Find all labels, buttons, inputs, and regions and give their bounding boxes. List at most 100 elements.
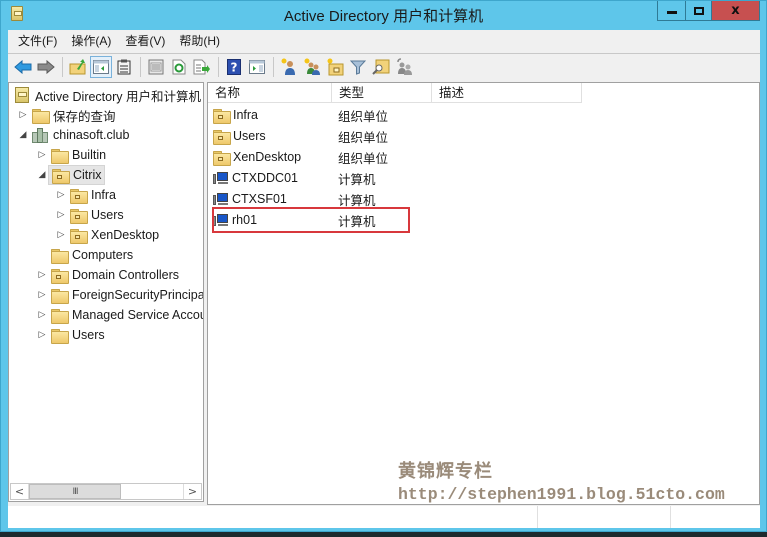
item-name: XenDesktop [233, 150, 302, 164]
new-user-button[interactable] [278, 56, 300, 78]
expand-icon[interactable]: ▷ [36, 270, 48, 280]
collapse-icon[interactable]: ◢ [36, 170, 48, 180]
toolbar-separator [218, 57, 219, 77]
status-cell [538, 506, 671, 528]
list-item[interactable]: CTXSF01 计算机 [208, 189, 432, 209]
expand-icon[interactable]: ▷ [55, 190, 67, 200]
tree-item-label: Managed Service Accounts [72, 308, 203, 322]
minimize-icon [666, 11, 677, 14]
expand-icon[interactable]: ▷ [36, 330, 48, 340]
forward-button[interactable] [35, 56, 57, 78]
close-button[interactable]: x [712, 1, 760, 21]
tree-item-xendesktop[interactable]: ▷ XenDesktop [55, 225, 159, 245]
tree-root[interactable]: Active Directory 用户和计算机 [13, 85, 201, 105]
add-to-group-button[interactable] [393, 56, 415, 78]
folder-icon [51, 248, 69, 264]
tree-item-infra[interactable]: ▷ Infra [55, 185, 116, 205]
item-type: 计算机 [338, 193, 376, 208]
details-list[interactable]: 名称 类型 描述 Infra 组织单位 Users 组织单位 XenDeskto… [207, 82, 760, 505]
status-bar [8, 506, 760, 528]
collapse-icon[interactable]: ◢ [17, 130, 29, 140]
menu-bar: 文件(F) 操作(A) 查看(V) 帮助(H) [8, 30, 760, 52]
tree-item-foreign-security-principals[interactable]: ▷ ForeignSecurityPrincipals [36, 285, 203, 305]
scrollbar-thumb[interactable]: III [29, 484, 121, 499]
expand-icon[interactable]: ▷ [36, 310, 48, 320]
show-action-pane-button[interactable] [246, 56, 268, 78]
title-bar[interactable]: Active Directory 用户和计算机 x [1, 1, 766, 29]
clipboard-button[interactable] [113, 56, 135, 78]
show-hide-console-tree-icon [93, 60, 109, 74]
status-cell [8, 506, 538, 528]
up-one-level-button[interactable] [67, 56, 89, 78]
list-item[interactable]: Infra 组织单位 [208, 105, 432, 125]
tree-item-saved-queries[interactable]: ▷ 保存的查询 [17, 105, 116, 125]
tree-item-label: Users [91, 208, 124, 222]
up-folder-icon [69, 59, 86, 75]
tree-item-users[interactable]: ▷ Users [36, 325, 105, 345]
expand-icon[interactable]: ▷ [55, 230, 67, 240]
item-name: CTXSF01 [232, 192, 287, 206]
chevron-left-icon: < [14, 485, 25, 498]
close-icon: x [731, 3, 740, 18]
list-item[interactable]: CTXDDC01 计算机 [208, 168, 432, 188]
tree-item-computers[interactable]: Computers [36, 245, 133, 265]
new-ou-button[interactable] [324, 56, 346, 78]
find-icon [372, 59, 390, 75]
item-name: rh01 [232, 213, 258, 227]
column-header-type[interactable]: 类型 [332, 83, 432, 103]
item-type: 组织单位 [338, 130, 389, 145]
tree-item-builtin[interactable]: ▷ Builtin [36, 145, 106, 165]
selected-node[interactable]: Citrix [48, 165, 106, 185]
toolbar-separator [273, 57, 274, 77]
tree-item-domain[interactable]: ◢ chinasoft.club [17, 125, 129, 145]
tree-item-managed-service-accounts[interactable]: ▷ Managed Service Accounts [36, 305, 203, 325]
show-action-pane-icon [249, 60, 265, 74]
list-item[interactable]: Users 组织单位 [208, 126, 432, 146]
tree-item-label: Domain Controllers [72, 268, 179, 282]
new-group-button[interactable] [301, 56, 323, 78]
item-name: CTXDDC01 [232, 171, 298, 185]
column-header-name[interactable]: 名称 [208, 83, 332, 103]
horizontal-scrollbar[interactable]: < III > [10, 483, 202, 500]
find-button[interactable] [370, 56, 392, 78]
console-tree[interactable]: Active Directory 用户和计算机 ▷ 保存的查询 ◢ chinas… [8, 82, 204, 502]
maximize-button[interactable] [686, 1, 712, 21]
taskbar-strip [0, 532, 767, 537]
chevron-right-icon: > [187, 485, 198, 498]
tree-item-label: Builtin [72, 148, 107, 162]
item-name: Infra [233, 108, 259, 122]
list-item[interactable]: XenDesktop 组织单位 [208, 147, 432, 167]
column-header-description[interactable]: 描述 [432, 83, 582, 103]
expand-icon[interactable]: ▷ [17, 110, 29, 120]
status-cell [671, 506, 760, 528]
item-type: 计算机 [338, 172, 376, 187]
scroll-left-button[interactable]: < [11, 484, 29, 499]
expand-icon[interactable]: ▷ [36, 150, 48, 160]
add-to-group-icon [397, 58, 412, 75]
properties-button[interactable] [145, 56, 167, 78]
watermark: 黄锦辉专栏 http://stephen1991.blog.51cto.com [398, 457, 725, 504]
menu-help[interactable]: 帮助(H) [172, 30, 227, 52]
export-list-button[interactable] [191, 56, 213, 78]
list-item-highlighted[interactable]: rh01 计算机 [208, 210, 432, 230]
scroll-right-button[interactable]: > [183, 484, 201, 499]
tree-item-label: Users [72, 328, 105, 342]
clipboard-icon [117, 59, 131, 75]
show-hide-console-tree-button[interactable] [90, 56, 112, 78]
ou-folder-icon [213, 108, 231, 124]
folder-icon [32, 108, 50, 124]
refresh-button[interactable] [168, 56, 190, 78]
expand-icon[interactable]: ▷ [36, 290, 48, 300]
tree-item-citrix-users[interactable]: ▷ Users [55, 205, 124, 225]
minimize-button[interactable] [657, 1, 686, 21]
help-button[interactable]: ? [223, 56, 245, 78]
back-button[interactable] [12, 56, 34, 78]
menu-file[interactable]: 文件(F) [11, 30, 64, 52]
menu-action[interactable]: 操作(A) [64, 30, 118, 52]
tree-item-domain-controllers[interactable]: ▷ Domain Controllers [36, 265, 179, 285]
menu-view[interactable]: 查看(V) [118, 30, 172, 52]
tree-item-citrix[interactable]: ◢ Citrix [36, 165, 106, 185]
domain-icon [32, 127, 48, 143]
filter-button[interactable] [347, 56, 369, 78]
expand-icon[interactable]: ▷ [55, 210, 67, 220]
